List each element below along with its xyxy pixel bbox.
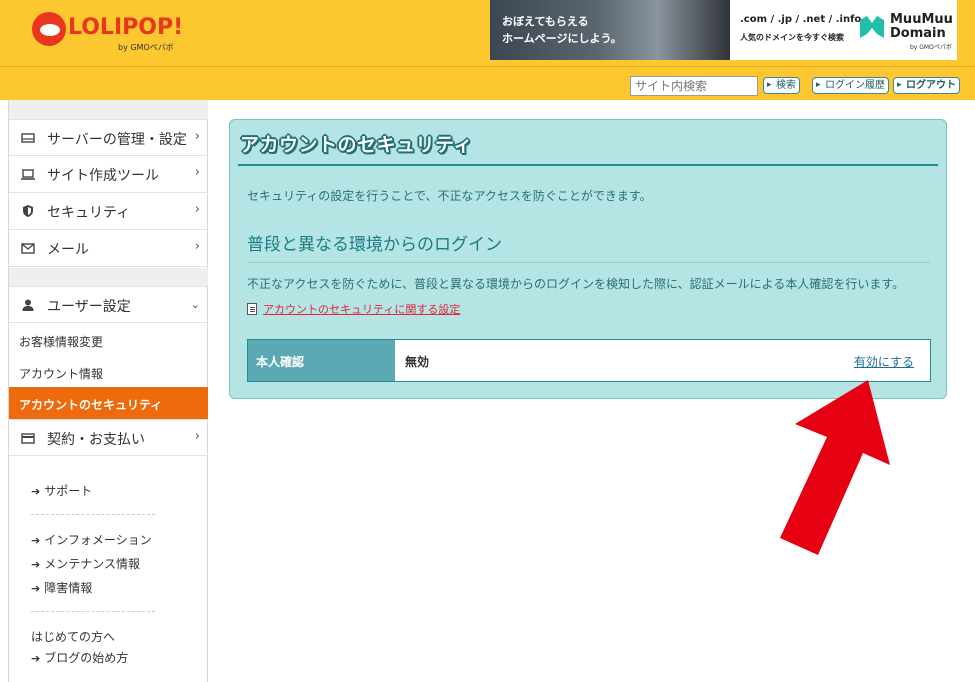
logout-button[interactable]: ログアウト (893, 77, 960, 94)
sidebar-gap (9, 100, 208, 119)
sidebar-link-label: インフォメーション (44, 533, 152, 547)
chevron-down-icon: ⌄ (190, 298, 200, 311)
chevron-right-icon: › (194, 202, 200, 217)
help-link[interactable]: アカウントのセキュリティに関する設定 (247, 301, 460, 317)
sidebar-subitem-account-info[interactable]: アカウント情報 (9, 356, 208, 388)
muumuu-domain-banner[interactable]: おぼえてもらえる ホームページにしよう。 .com / .jp / .net /… (490, 0, 957, 60)
lolipop-logo[interactable]: LOLIPOP! by GMOペパボ (32, 12, 192, 56)
login-history-button[interactable]: ログイン履歴 (812, 77, 889, 94)
banner-tagline: 人気のドメインを今すぐ検索 (740, 33, 844, 42)
sidebar-link-information[interactable]: ➔ インフォメーション (31, 531, 152, 548)
laptop-icon (21, 169, 35, 180)
arrow-right-icon: ➔ (31, 534, 41, 547)
arrow-right-icon: ➔ (31, 558, 41, 571)
sidebar-item-label: ユーザー設定 (47, 299, 131, 315)
shield-icon (23, 205, 33, 217)
header-divider (0, 66, 975, 67)
sidebar-link-outage[interactable]: ➔ 障害情報 (31, 579, 92, 596)
logo-text: LOLIPOP! (68, 15, 184, 40)
sidebar-divider (31, 611, 155, 612)
setting-value: 無効 (405, 355, 430, 369)
logo-sub: by GMOペパボ (118, 43, 174, 52)
arrow-right-icon: ➔ (31, 485, 41, 498)
chevron-right-icon: › (194, 239, 200, 254)
sidebar: サーバーの管理・設定 › サイト作成ツール › セキュリティ › メール › ユ… (8, 100, 208, 682)
annotation-arrow-icon (780, 380, 890, 555)
sidebar-item-label: メール (47, 242, 89, 258)
sidebar-link-label: メンテナンス情報 (44, 557, 140, 571)
lolipop-logo-mark-icon (32, 12, 66, 46)
sidebar-item-mail[interactable]: メール › (9, 230, 208, 267)
mail-icon (21, 243, 35, 254)
title-divider (238, 164, 938, 166)
sidebar-item-server[interactable]: サーバーの管理・設定 › (9, 119, 208, 156)
site-search-input[interactable] (630, 76, 758, 96)
sidebar-subitem-account-security[interactable]: アカウントのセキュリティ (9, 387, 208, 419)
sidebar-link-maintenance[interactable]: ➔ メンテナンス情報 (31, 555, 140, 572)
sidebar-item-label: サイト作成ツール (47, 168, 159, 184)
page-description: セキュリティの設定を行うことで、不正なアクセスを防ぐことができます。 (247, 189, 652, 203)
banner-brand: MuuMuu Domain (890, 13, 953, 41)
sidebar-link-beginners[interactable]: はじめての方へ (31, 628, 115, 645)
sidebar-item-billing[interactable]: 契約・お支払い › (9, 419, 208, 456)
user-icon (22, 299, 34, 311)
sidebar-link-label: サポート (44, 484, 93, 498)
banner-caption: おぼえてもらえる ホームページにしよう。 (502, 13, 642, 47)
chevron-right-icon: › (194, 129, 200, 144)
sidebar-subitem-customer-info[interactable]: お客様情報変更 (9, 324, 208, 356)
arrow-right-icon: ➔ (31, 582, 41, 595)
banner-caption-line1: おぼえてもらえる (502, 15, 589, 28)
arrow-right-icon: ➔ (31, 652, 41, 665)
server-icon (21, 133, 35, 143)
help-link-text[interactable]: アカウントのセキュリティに関する設定 (263, 303, 460, 316)
sidebar-item-label: サーバーの管理・設定 (47, 132, 187, 148)
muumuu-logo-icon (860, 16, 884, 38)
sidebar-item-security[interactable]: セキュリティ › (9, 193, 208, 230)
sidebar-divider (31, 514, 155, 515)
chevron-right-icon: › (194, 429, 200, 444)
setting-label: 本人確認 (248, 340, 395, 381)
document-icon (247, 303, 257, 315)
sidebar-item-user-settings[interactable]: ユーザー設定 ⌄ (9, 286, 208, 323)
banner-brand-sub: by GMOペパボ (910, 44, 952, 51)
section-divider (247, 262, 930, 263)
search-button[interactable]: 検索 (763, 77, 800, 94)
banner-brand-line2: Domain (890, 26, 946, 41)
section-title: 普段と異なる環境からのログイン (247, 235, 502, 255)
sidebar-link-blog-guide[interactable]: ➔ ブログの始め方 (31, 649, 128, 666)
sidebar-item-label: 契約・お支払い (47, 432, 145, 448)
sidebar-item-site-tools[interactable]: サイト作成ツール › (9, 156, 208, 193)
sidebar-gap (9, 268, 208, 286)
page-title: アカウントのセキュリティ (240, 134, 473, 156)
sidebar-link-label: ブログの始め方 (44, 651, 129, 665)
account-security-panel: アカウントのセキュリティ セキュリティの設定を行うことで、不正なアクセスを防ぐこ… (229, 119, 947, 399)
enable-link[interactable]: 有効にする (854, 353, 914, 370)
card-icon (21, 433, 35, 444)
section-description: 不正なアクセスを防ぐために、普段と異なる環境からのログインを検知した際に、認証メ… (247, 277, 905, 291)
sidebar-item-label: セキュリティ (47, 205, 131, 221)
chevron-right-icon: › (194, 165, 200, 180)
banner-tlds: .com / .jp / .net / .info (740, 14, 862, 25)
sidebar-link-support[interactable]: ➔ サポート (31, 482, 92, 499)
sidebar-link-label: 障害情報 (44, 581, 93, 595)
banner-caption-line2: ホームページにしよう。 (502, 32, 622, 45)
header: LOLIPOP! by GMOペパボ おぼえてもらえる ホームページにしよう。 … (0, 0, 975, 100)
banner-brand-line1: MuuMuu (890, 12, 953, 27)
